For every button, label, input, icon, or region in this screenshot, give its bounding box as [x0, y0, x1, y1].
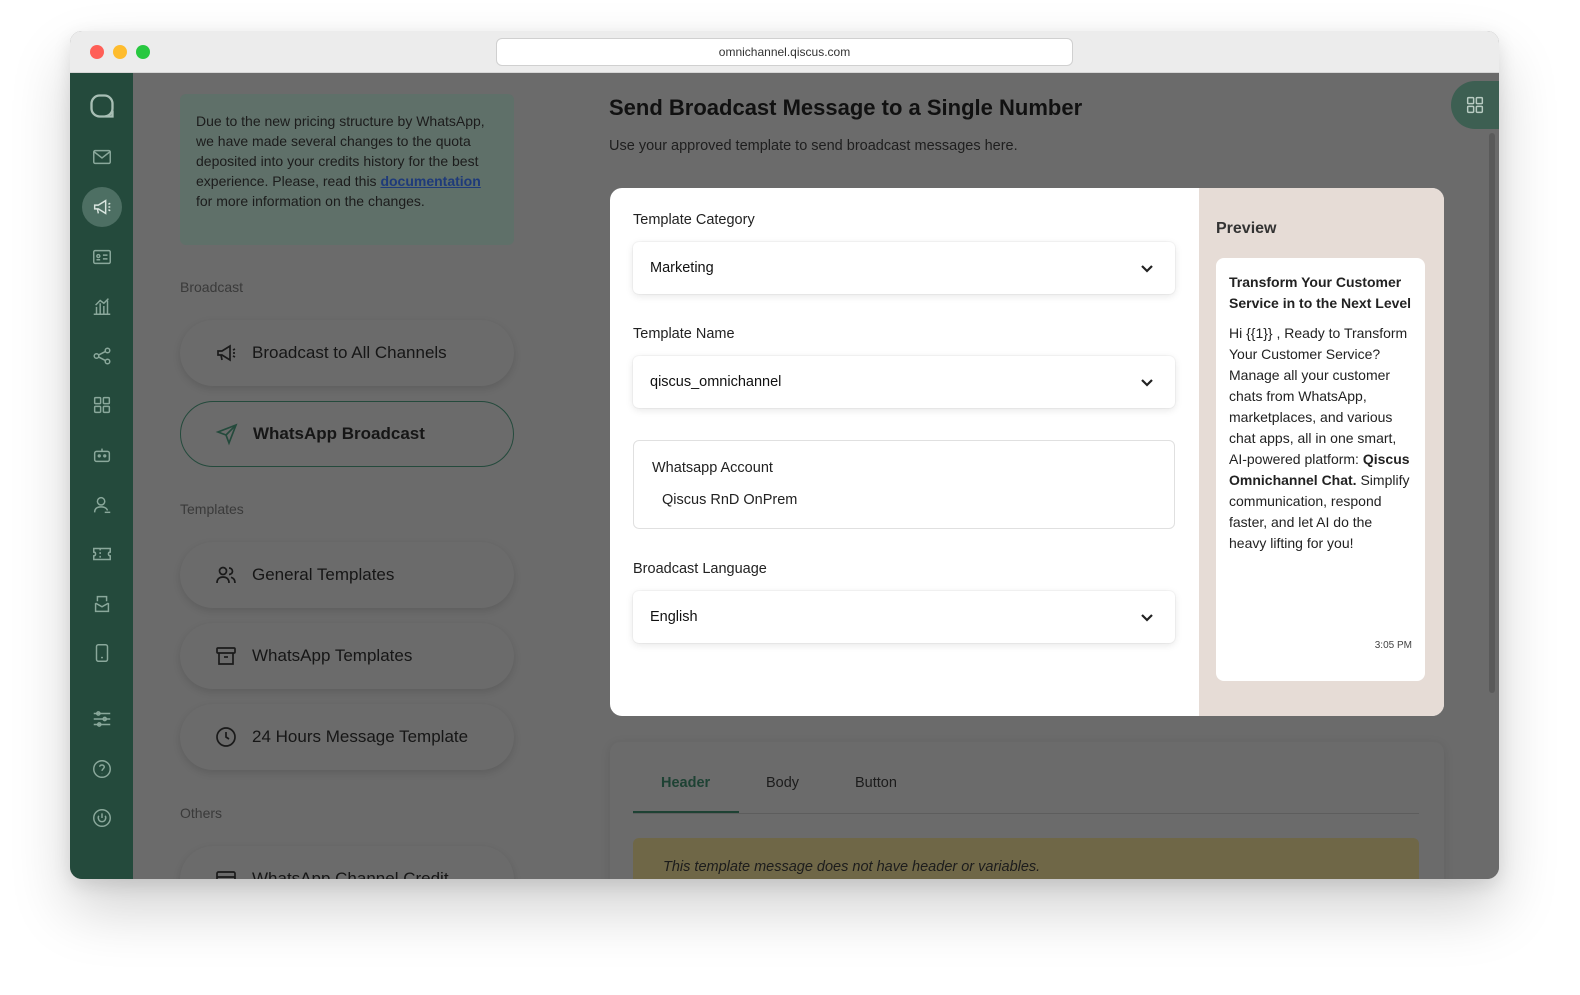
template-category-select[interactable]: Marketing — [633, 242, 1175, 294]
clock-icon — [216, 727, 236, 747]
message-title: Transform Your Customer Service in to th… — [1229, 274, 1412, 311]
24-hours-template-label: 24 Hours Message Template — [252, 727, 469, 746]
template-category-label: Template Category — [633, 212, 755, 228]
broadcast-section-label: Broadcast — [180, 279, 244, 295]
main-content: Send Broadcast Message to a Single Numbe… — [563, 73, 1499, 879]
template-variables-card: Header Body Button This template message… — [610, 742, 1444, 879]
settings-sliders-icon[interactable] — [82, 699, 122, 739]
tab-button[interactable]: Button — [855, 775, 897, 791]
general-templates-label: General Templates — [252, 565, 395, 584]
whatsapp-account-value: Qiscus RnD OnPrem — [662, 492, 798, 508]
template-name-label: Template Name — [633, 326, 735, 342]
24-hours-template-item[interactable]: 24 Hours Message Template — [180, 704, 514, 770]
message-time: 3:05 PM — [1374, 640, 1412, 651]
page-subtitle: Use your approved template to send broad… — [609, 138, 1018, 154]
icon-rail — [70, 73, 133, 879]
chevron-down-icon — [1139, 260, 1155, 276]
archive-box-icon — [216, 647, 236, 665]
whatsapp-account-label: Whatsapp Account — [652, 460, 773, 476]
maximize-window-button[interactable] — [136, 45, 150, 59]
tab-divider — [633, 813, 1419, 814]
message-body: Hi {{1}} , Ready to Transform Your Custo… — [1229, 323, 1412, 554]
general-templates-item[interactable]: General Templates — [180, 542, 514, 608]
whatsapp-channel-credit-item[interactable]: WhatsApp Channel Credit — [180, 846, 514, 879]
notice-text-end: for more information on the changes. — [196, 193, 425, 209]
whatsapp-templates-label: WhatsApp Templates — [252, 646, 413, 665]
broadcast-form-card: Template Category Marketing Template Nam… — [610, 188, 1444, 716]
users-icon — [216, 566, 236, 584]
tab-header[interactable]: Header — [661, 775, 710, 791]
page-title: Send Broadcast Message to a Single Numbe… — [609, 95, 1083, 120]
ticket-icon[interactable] — [82, 534, 122, 574]
broadcast-language-select[interactable]: English — [633, 591, 1175, 643]
message-preview-bubble: Transform Your Customer Service in to th… — [1216, 258, 1425, 681]
bot-icon[interactable] — [82, 435, 122, 475]
credit-card-icon — [216, 871, 236, 879]
close-window-button[interactable] — [90, 45, 104, 59]
analytics-chart-icon[interactable] — [82, 286, 122, 326]
broadcast-language-label: Broadcast Language — [633, 561, 767, 577]
whatsapp-channel-credit-label: WhatsApp Channel Credit — [252, 869, 449, 879]
documentation-link[interactable]: documentation — [380, 173, 480, 189]
tab-body[interactable]: Body — [766, 775, 799, 791]
qiscus-logo-icon[interactable] — [82, 86, 122, 126]
title-bar: omnichannel.qiscus.com — [70, 31, 1499, 73]
apps-grid-icon[interactable] — [82, 385, 122, 425]
contact-card-icon[interactable] — [82, 237, 122, 277]
whatsapp-account-field: Whatsapp Account Qiscus RnD OnPrem — [633, 440, 1175, 529]
broadcast-language-value: English — [650, 609, 698, 625]
inbox-icon[interactable] — [82, 137, 122, 177]
apps-grid-icon — [1466, 96, 1484, 114]
active-tab-indicator — [633, 811, 739, 813]
broadcast-all-channels-label: Broadcast to All Channels — [252, 343, 447, 362]
broadcast-all-channels-item[interactable]: Broadcast to All Channels — [180, 320, 514, 386]
mailbox-icon[interactable] — [82, 584, 122, 624]
template-category-value: Marketing — [650, 260, 714, 276]
broadcast-megaphone-icon[interactable] — [82, 187, 122, 227]
message-body-text: Hi {{1}} , Ready to Transform Your Custo… — [1229, 325, 1408, 467]
browser-window: omnichannel.qiscus.com Due to the new pr… — [70, 31, 1499, 879]
mobile-device-icon[interactable] — [82, 633, 122, 673]
agent-user-icon[interactable] — [82, 485, 122, 525]
templates-section-label: Templates — [180, 501, 244, 517]
send-icon — [215, 423, 238, 446]
template-name-value: qiscus_omnichannel — [650, 374, 782, 390]
others-section-label: Others — [180, 805, 223, 821]
broadcast-menu: Due to the new pricing structure by What… — [133, 73, 563, 879]
url-bar[interactable]: omnichannel.qiscus.com — [496, 38, 1073, 66]
no-header-note: This template message does not have head… — [633, 838, 1419, 879]
integration-share-icon[interactable] — [82, 336, 122, 376]
megaphone-icon — [217, 344, 236, 362]
whatsapp-broadcast-item[interactable]: WhatsApp Broadcast — [180, 401, 514, 467]
chevron-down-icon — [1139, 374, 1155, 390]
chevron-down-icon — [1139, 609, 1155, 625]
apps-menu-button[interactable] — [1451, 81, 1499, 129]
minimize-window-button[interactable] — [113, 45, 127, 59]
whatsapp-templates-item[interactable]: WhatsApp Templates — [180, 623, 514, 689]
pricing-notice: Due to the new pricing structure by What… — [180, 94, 514, 245]
preview-panel: Preview Transform Your Customer Service … — [1199, 188, 1444, 716]
scrollbar[interactable] — [1489, 133, 1495, 693]
preview-title: Preview — [1216, 220, 1277, 237]
help-icon[interactable] — [82, 749, 122, 789]
template-name-select[interactable]: qiscus_omnichannel — [633, 356, 1175, 408]
whatsapp-broadcast-label: WhatsApp Broadcast — [253, 424, 425, 443]
logout-power-icon[interactable] — [82, 798, 122, 838]
